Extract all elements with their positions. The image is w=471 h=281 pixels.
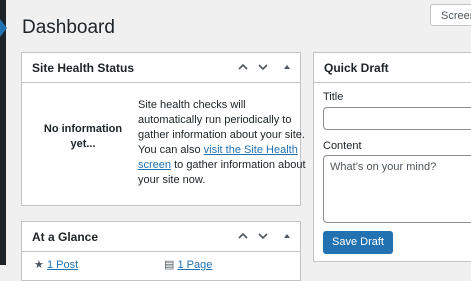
draft-title-input[interactable]	[323, 107, 471, 130]
site-health-title: Site Health Status	[32, 61, 135, 75]
screen-options-button[interactable]: Screen	[430, 4, 471, 26]
at-a-glance-header: At a Glance	[22, 222, 300, 252]
posts-count-link[interactable]: 1 Post	[47, 259, 78, 271]
move-down-icon[interactable]	[256, 60, 270, 74]
pin-icon: ★	[34, 259, 44, 271]
site-health-empty-label: No information yet...	[43, 123, 123, 150]
save-draft-button[interactable]: Save Draft	[323, 231, 393, 254]
move-up-icon[interactable]	[236, 60, 250, 74]
current-menu-pointer	[0, 19, 7, 37]
quick-draft-header: Quick Draft	[314, 53, 471, 83]
at-a-glance-title: At a Glance	[32, 230, 99, 244]
quick-draft-title: Quick Draft	[324, 61, 389, 75]
page-icon: ▤	[164, 259, 175, 271]
admin-sidebar	[0, 0, 6, 265]
move-down-icon[interactable]	[256, 229, 270, 243]
collapse-toggle-icon[interactable]	[280, 229, 294, 243]
draft-content-textarea[interactable]: What’s on your mind?	[323, 155, 471, 223]
collapse-toggle-icon[interactable]	[280, 60, 294, 74]
quick-draft-widget: Quick Draft Title Content What’s on your…	[313, 52, 471, 262]
draft-title-label: Title	[323, 91, 344, 103]
site-health-description: Site health checks will automatically ru…	[138, 98, 306, 188]
draft-content-label: Content	[323, 140, 362, 152]
page-title: Dashboard	[22, 17, 115, 38]
site-health-header: Site Health Status	[22, 53, 300, 83]
at-a-glance-widget: At a Glance ★ 1 Post ▤ 1 Page	[21, 221, 301, 281]
move-up-icon[interactable]	[236, 229, 250, 243]
pages-count-link[interactable]: 1 Page	[177, 259, 212, 271]
site-health-widget: Site Health Status No information yet...…	[21, 52, 306, 206]
